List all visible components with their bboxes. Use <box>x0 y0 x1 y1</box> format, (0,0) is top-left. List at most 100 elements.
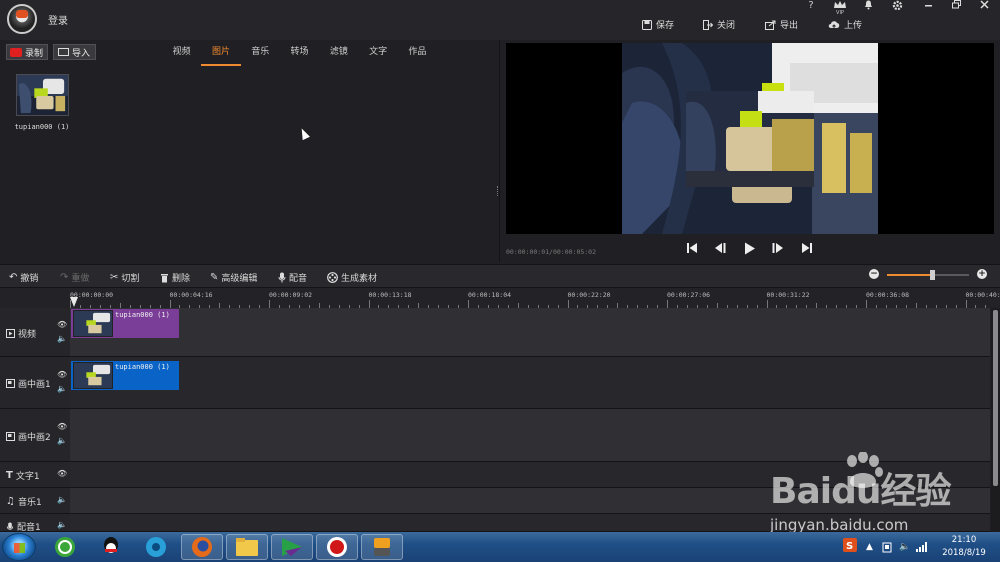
360-icon[interactable] <box>44 534 86 560</box>
generate-material-button[interactable]: 生成素材 <box>327 271 377 284</box>
record-icon[interactable] <box>316 534 358 560</box>
redo-button[interactable]: ↷ 重做 <box>60 271 89 284</box>
save-button[interactable]: 保存 <box>642 18 674 31</box>
tab-images[interactable]: 图片 <box>201 40 241 66</box>
visibility-eye-icon[interactable]: 👁 <box>57 469 67 478</box>
delete-button[interactable]: 删除 <box>160 271 190 284</box>
preview-timecode: 00:00:00:01/00:00:05:02 <box>506 248 597 256</box>
ruler-tick <box>368 300 370 308</box>
previous-frame-icon[interactable] <box>712 242 728 258</box>
system-clock[interactable]: 21:10 2018/8/19 <box>936 534 992 560</box>
tab-transitions[interactable]: 转场 <box>280 40 319 66</box>
pencil-icon: ✎ <box>210 272 219 283</box>
record-button[interactable]: 录制 <box>6 44 48 60</box>
track-label-pip1: 画中画1 <box>6 377 51 390</box>
undo-button[interactable]: ↶ 撤销 <box>9 271 38 284</box>
minimize-icon[interactable] <box>922 0 934 14</box>
media-thumbnail <box>16 74 69 116</box>
tab-text[interactable]: 文字 <box>358 40 397 66</box>
help-icon[interactable]: ? <box>805 0 817 14</box>
device-icon[interactable] <box>882 542 892 556</box>
pip-track-icon <box>6 432 15 441</box>
delete-label: 删除 <box>172 274 191 284</box>
clip-label: tupian000 (1) <box>115 311 170 319</box>
export-button[interactable]: 导出 <box>765 18 798 31</box>
track-lane-pip1[interactable]: tupian000 (1) <box>70 357 990 409</box>
close-icon[interactable] <box>978 0 990 14</box>
skip-to-start-icon[interactable] <box>684 242 700 258</box>
ruler-tick-label: 00:00:22:20 <box>567 291 611 299</box>
undo-label: 撤销 <box>20 274 39 284</box>
play-icon[interactable] <box>742 242 758 258</box>
visibility-eye-icon[interactable]: 👁 <box>57 370 67 379</box>
track-header-music1: ♫ 音乐1 🔈 <box>0 488 70 514</box>
volume-icon[interactable]: 🔈 <box>899 542 910 552</box>
sogou-ime-icon[interactable]: S <box>843 538 857 555</box>
track-lane-video[interactable]: tupian000 (1) <box>70 308 990 357</box>
ruler-tick-label: 00:00:18:04 <box>468 291 512 299</box>
close-project-button[interactable]: 关闭 <box>703 18 735 31</box>
timeline-clip[interactable]: tupian000 (1) <box>71 309 179 338</box>
speaker-icon[interactable]: 🔈 <box>57 520 67 529</box>
ruler-tick <box>965 300 967 308</box>
network-icon[interactable] <box>916 542 928 555</box>
speaker-icon[interactable]: 🔈 <box>57 436 67 445</box>
ruler-tick <box>567 300 569 308</box>
import-label: 导入 <box>72 48 91 59</box>
ruler-tick <box>866 300 867 308</box>
panel-splitter-vertical[interactable] <box>497 186 499 196</box>
visibility-eye-icon[interactable]: 👁 <box>57 320 67 329</box>
ruler-tick-label: 00:00:04:16 <box>169 291 213 299</box>
speaker-icon[interactable]: 🔈 <box>57 495 67 504</box>
next-frame-icon[interactable] <box>770 242 786 258</box>
import-button[interactable]: 导入 <box>53 44 96 60</box>
track-label-text1-text: 文字1 <box>15 472 40 482</box>
microphone-icon <box>6 521 14 530</box>
gear-icon[interactable] <box>891 0 903 14</box>
record-icon <box>10 47 22 57</box>
explorer-icon[interactable] <box>226 534 268 560</box>
editor-app-icon[interactable] <box>361 534 403 560</box>
zoom-in-icon[interactable]: + <box>977 269 987 279</box>
skip-to-end-icon[interactable] <box>799 242 815 258</box>
vip-crown-icon[interactable]: VIP <box>832 1 848 16</box>
firefox-icon[interactable] <box>181 534 223 560</box>
media-item[interactable]: tupian000 (1) <box>14 74 70 131</box>
advanced-edit-button[interactable]: ✎ 高级编辑 <box>210 271 257 284</box>
track-label-pip1-text: 画中画1 <box>18 380 51 390</box>
timeline-ruler[interactable]: 00:00:00:00 00:00:04:16 00:00:09:02 00:00:1… <box>0 288 1000 308</box>
ruler-tick-label: 00:00:27:06 <box>667 291 711 299</box>
zoom-slider-fill <box>887 274 932 276</box>
restore-icon[interactable] <box>950 0 962 14</box>
tab-music[interactable]: 音乐 <box>241 40 280 66</box>
timeline-clip[interactable]: tupian000 (1) <box>71 361 179 390</box>
speaker-icon[interactable]: 🔈 <box>57 334 67 343</box>
login-link[interactable]: 登录 <box>48 12 68 27</box>
speaker-icon[interactable]: 🔈 <box>57 384 67 393</box>
visibility-eye-icon[interactable]: 👁 <box>57 422 67 431</box>
media-player-icon[interactable] <box>135 534 177 560</box>
clip-thumbnail <box>73 362 113 389</box>
zoom-slider-handle[interactable] <box>930 270 935 280</box>
track-label-music1-text: 音乐1 <box>17 498 42 508</box>
start-button-icon[interactable] <box>2 533 36 561</box>
zoom-slider[interactable] <box>887 270 969 280</box>
show-hidden-icons-icon[interactable]: ▲ <box>866 542 873 552</box>
clip-label: tupian000 (1) <box>115 363 170 371</box>
bell-icon[interactable] <box>862 0 874 14</box>
edit-toolbar: ↶ 撤销 ↷ 重做 ✂ 切割 删除 ✎ 高级编辑 配音 生成素材 <box>0 264 1000 288</box>
tab-filters[interactable]: 滤镜 <box>319 40 358 66</box>
dub-button[interactable]: 配音 <box>278 271 307 284</box>
playhead[interactable] <box>70 297 78 307</box>
tab-works[interactable]: 作品 <box>398 40 437 66</box>
qq-icon[interactable] <box>90 534 132 560</box>
zoom-out-icon[interactable]: − <box>869 269 879 279</box>
tab-video[interactable]: 视频 <box>162 40 201 66</box>
upload-button[interactable]: 上传 <box>828 18 862 31</box>
video-app-icon[interactable] <box>271 534 313 560</box>
clock-date: 2018/8/19 <box>942 548 986 558</box>
save-icon <box>642 19 652 30</box>
cut-button[interactable]: ✂ 切割 <box>110 271 139 284</box>
close-project-label: 关闭 <box>717 21 736 31</box>
app-logo-icon[interactable] <box>7 4 37 34</box>
